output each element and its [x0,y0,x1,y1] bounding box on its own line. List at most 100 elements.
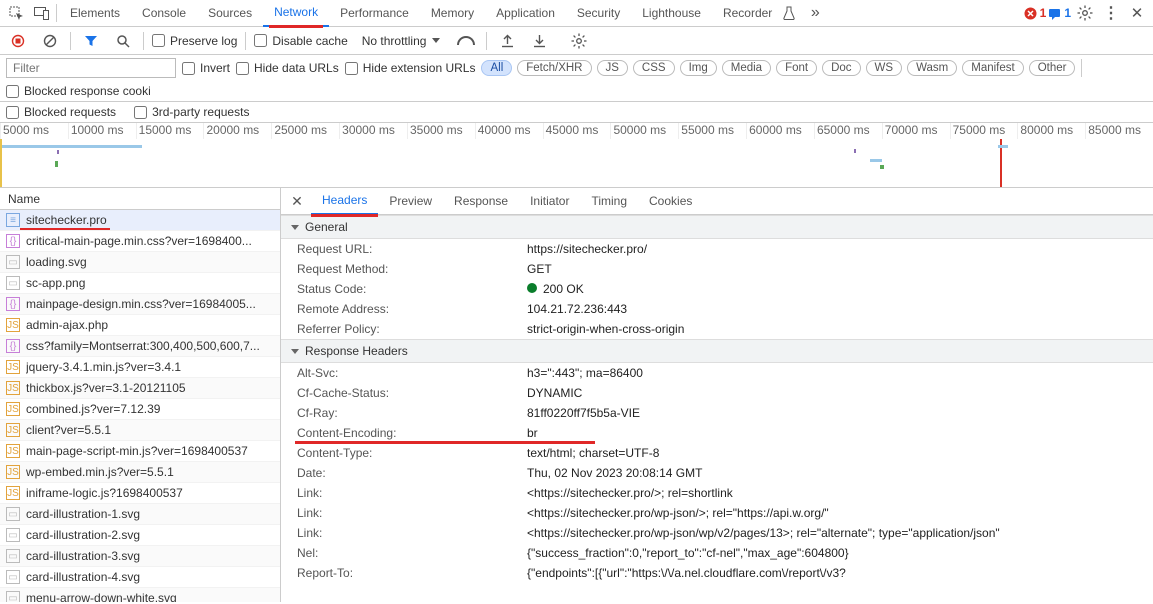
type-filter-js[interactable]: JS [597,60,628,76]
request-row[interactable]: ▭card-illustration-2.svg [0,525,280,546]
network-conditions-icon[interactable] [454,29,478,53]
close-devtools-icon[interactable]: ✕ [1125,1,1149,25]
request-name: main-page-script-min.js?ver=1698400537 [26,444,248,458]
img-file-icon: ▭ [6,570,20,584]
request-row[interactable]: {} css?family=Montserrat:300,400,500,600,… [0,336,280,357]
throttling-select[interactable]: No throttling [356,32,447,50]
download-har-icon[interactable] [527,29,551,53]
request-row[interactable]: ▭card-illustration-3.svg [0,546,280,567]
tab-application[interactable]: Application [485,0,566,27]
type-filter-ws[interactable]: WS [866,60,903,76]
request-name: card-illustration-3.svg [26,549,140,563]
blocked-response-cookies-checkbox[interactable]: Blocked response cooki [6,84,151,98]
js-file-icon: JS [6,381,20,395]
request-row[interactable]: {}critical-main-page.min.css?ver=1698400… [0,231,280,252]
request-row[interactable]: ▭loading.svg [0,252,280,273]
tab-network[interactable]: Network [263,0,329,27]
network-settings-icon[interactable] [567,29,591,53]
request-row[interactable]: JSclient?ver=5.5.1 [0,420,280,441]
type-filter-css[interactable]: CSS [633,60,675,76]
header-row: Content-Encoding:br [281,423,1153,443]
disable-cache-checkbox[interactable]: Disable cache [254,34,347,48]
close-detail-icon[interactable]: ✕ [285,193,309,210]
detail-tab-cookies[interactable]: Cookies [638,188,703,215]
search-icon[interactable] [111,29,135,53]
request-name: css?family=Montserrat:300,400,500,600,7.… [26,339,260,353]
header-row: Cf-Ray:81ff0220ff7f5b5a-VIE [281,403,1153,423]
preserve-log-checkbox[interactable]: Preserve log [152,34,237,48]
more-tabs-icon[interactable]: » [803,1,827,25]
tab-security[interactable]: Security [566,0,631,27]
section-header[interactable]: General [281,215,1153,239]
detail-tab-timing[interactable]: Timing [580,188,638,215]
request-row[interactable]: JSmain-page-script-min.js?ver=1698400537 [0,441,280,462]
request-row[interactable]: JS wp-embed.min.js?ver=5.5.1 [0,462,280,483]
type-filter-font[interactable]: Font [776,60,817,76]
type-filter-wasm[interactable]: Wasm [907,60,957,76]
header-row: Content-Type:text/html; charset=UTF-8 [281,443,1153,463]
invert-checkbox[interactable]: Invert [182,61,230,75]
type-filter-doc[interactable]: Doc [822,60,860,76]
type-filter-img[interactable]: Img [680,60,717,76]
type-filter-media[interactable]: Media [722,60,771,76]
kebab-menu-icon[interactable]: ⋮ [1099,1,1123,25]
request-name: client?ver=5.5.1 [26,423,111,437]
request-row[interactable]: ▭sc-app.png [0,273,280,294]
hide-data-urls-checkbox[interactable]: Hide data URLs [236,61,339,75]
request-row[interactable]: ▭menu-arrow-down-white.svg [0,588,280,602]
error-badge[interactable]: 1 [1024,6,1047,20]
tab-memory[interactable]: Memory [420,0,485,27]
request-list: Name ≡sitechecker.pro{}critical-main-pag… [0,188,281,602]
request-name: card-illustration-2.svg [26,528,140,542]
blocked-requests-checkbox[interactable]: Blocked requests [6,105,116,119]
detail-tab-initiator[interactable]: Initiator [519,188,580,215]
js-file-icon: JS [6,318,20,332]
request-row[interactable]: JSadmin-ajax.php [0,315,280,336]
tab-elements[interactable]: Elements [59,0,131,27]
request-row[interactable]: JSthickbox.js?ver=3.1-20121105 [0,378,280,399]
upload-har-icon[interactable] [495,29,519,53]
hide-extension-urls-checkbox[interactable]: Hide extension URLs [345,61,476,75]
tab-console[interactable]: Console [131,0,197,27]
request-row[interactable]: {}mainpage-design.min.css?ver=16984005..… [0,294,280,315]
header-row: Remote Address:104.21.72.236:443 [281,299,1153,319]
detail-tab-headers[interactable]: Headers [311,188,378,215]
header-row: Nel:{"success_fraction":0,"report_to":"c… [281,543,1153,563]
request-row[interactable]: JSiniframe-logic.js?1698400537 [0,483,280,504]
chevron-down-icon [291,349,299,354]
tab-lighthouse[interactable]: Lighthouse [631,0,712,27]
request-row[interactable]: ▭card-illustration-4.svg [0,567,280,588]
devtools-tabbar: ElementsConsoleSourcesNetworkPerformance… [0,0,1153,27]
request-row[interactable]: JScombined.js?ver=7.12.39 [0,399,280,420]
filter-input[interactable] [6,58,176,78]
record-icon[interactable] [6,29,30,53]
filter-bar: Invert Hide data URLs Hide extension URL… [0,55,1153,102]
device-toggle-icon[interactable] [30,1,54,25]
js-file-icon: JS [6,465,20,479]
tab-recorder[interactable]: Recorder [712,0,783,27]
request-name: wp-embed.min.js?ver=5.5.1 [26,465,174,479]
issues-badge[interactable]: 1 [1048,6,1071,20]
request-row[interactable]: JSjquery-3.4.1.min.js?ver=3.4.1 [0,357,280,378]
inspect-icon[interactable] [4,1,28,25]
clear-icon[interactable] [38,29,62,53]
tab-sources[interactable]: Sources [197,0,263,27]
type-filter-other[interactable]: Other [1029,60,1076,76]
timeline-overview[interactable]: 5000 ms10000 ms15000 ms20000 ms25000 ms3… [0,123,1153,188]
request-name: mainpage-design.min.css?ver=16984005... [26,297,256,311]
settings-icon[interactable] [1073,1,1097,25]
detail-tab-response[interactable]: Response [443,188,519,215]
detail-tab-preview[interactable]: Preview [378,188,443,215]
filter-funnel-icon[interactable] [79,29,103,53]
tab-performance[interactable]: Performance [329,0,420,27]
third-party-checkbox[interactable]: 3rd-party requests [134,105,249,119]
type-filter-manifest[interactable]: Manifest [962,60,1023,76]
request-row[interactable]: ≡sitechecker.pro [0,210,280,231]
request-row[interactable]: ▭card-illustration-1.svg [0,504,280,525]
type-filter-all[interactable]: All [481,60,512,76]
column-header-name[interactable]: Name [0,188,280,210]
css-file-icon: {} [6,339,20,353]
request-name: sc-app.png [26,276,85,290]
type-filter-fetchxhr[interactable]: Fetch/XHR [517,60,591,76]
section-header[interactable]: Response Headers [281,339,1153,363]
